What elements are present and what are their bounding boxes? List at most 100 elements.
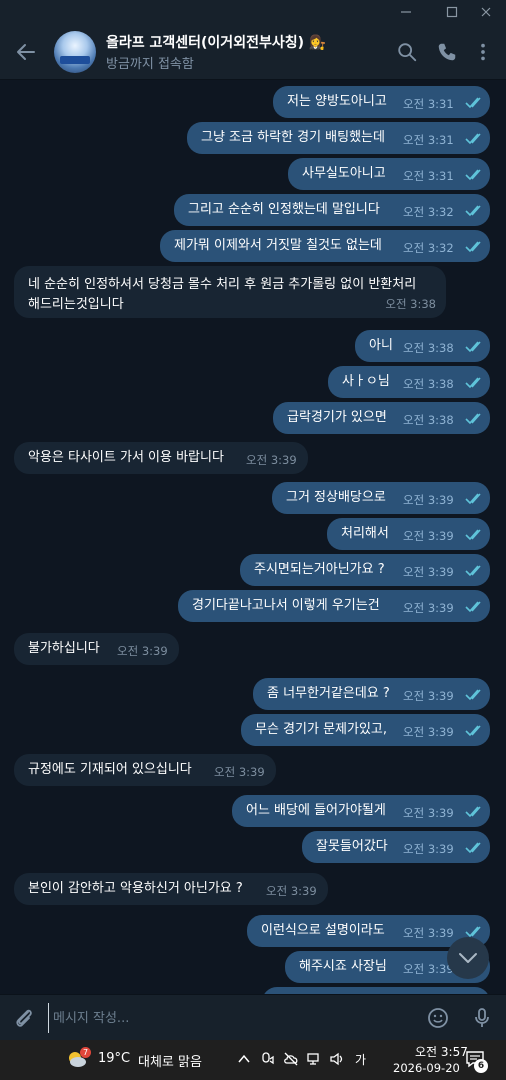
message-text: 그거 정상배당으로 [286, 490, 386, 505]
message-time: 오전 3:39 [403, 689, 454, 703]
read-ticks-icon [465, 689, 481, 701]
search-icon[interactable] [396, 41, 418, 63]
message-text: 어느 배당에 들어가야될게 [246, 803, 386, 818]
read-ticks-icon [465, 926, 481, 938]
minimize-icon[interactable] [386, 0, 426, 24]
chat-header: 올라프 고객센터(이거외전부사칭) 👩‍⚖️ 방금까지 접속함 [0, 24, 506, 80]
message-bubble[interactable]: 그거 정상배당으로 오전 3:39 [272, 482, 490, 514]
message-time: 오전 3:39 [246, 453, 297, 467]
read-ticks-icon [465, 565, 481, 577]
message-time: 오전 3:39 [403, 725, 454, 739]
message-bubble[interactable]: 처리해서 오전 3:39 [327, 518, 490, 550]
read-ticks-icon [465, 241, 481, 253]
taskbar: 7 19°C 대체로 맑음 가 오전 3:57 2026-09-20 6 [0, 1040, 506, 1080]
message-text: 본인이 감안하고 악용하신거 아닌가요 ? [28, 881, 243, 896]
message-time: 오전 3:32 [403, 241, 454, 255]
read-ticks-icon [465, 806, 481, 818]
message-time: 오전 3:38 [385, 297, 436, 311]
network-icon[interactable] [306, 1051, 322, 1067]
message-bubble[interactable]: 네 순순히 인정하셔서 당청금 몰수 처리 후 원금 추가롤링 없이 반환처리 … [14, 266, 446, 318]
cloud-offline-icon[interactable] [283, 1051, 299, 1067]
ime-indicator[interactable]: 가 [355, 1051, 366, 1068]
read-ticks-icon [465, 133, 481, 145]
window-titlebar [0, 0, 506, 24]
message-time: 오전 3:39 [403, 842, 454, 856]
read-ticks-icon [465, 725, 481, 737]
message-text: 무슨 경기가 문제가있고, [255, 722, 387, 737]
chevron-down-icon [459, 953, 477, 963]
weather-description[interactable]: 대체로 맑음 [138, 1051, 202, 1070]
message-text: 좀 너무한거같은데요 ? [267, 686, 390, 701]
message-bubble[interactable]: 어느 배당에 들어가야될게 오전 3:39 [232, 795, 490, 827]
message-time: 오전 3:39 [403, 806, 454, 820]
chat-title-text: 올라프 고객센터(이거외전부사칭) [106, 35, 304, 51]
message-time: 오전 3:39 [403, 529, 454, 543]
message-bubble[interactable]: 저는 양방도아니고 오전 3:31 [273, 86, 490, 118]
message-time: 오전 3:38 [403, 413, 454, 427]
message-bubble[interactable]: 그냥 조금 하락한 경기 배팅했는데 오전 3:31 [187, 122, 490, 154]
message-bubble[interactable]: 급락경기가 있으면 오전 3:38 [273, 402, 490, 434]
phone-icon[interactable] [436, 41, 458, 63]
notification-badge: 6 [474, 1059, 488, 1073]
message-time: 오전 3:38 [403, 341, 454, 355]
close-icon[interactable] [466, 0, 506, 24]
message-text: 해주시죠 사장님 [299, 959, 387, 974]
chevron-up-icon[interactable] [236, 1051, 252, 1067]
message-text: 처리해서 [341, 526, 389, 541]
microphone-icon[interactable] [470, 1006, 494, 1030]
message-bubble[interactable]: 잘못들어갔다 오전 3:39 [302, 831, 490, 863]
message-time: 오전 3:32 [403, 205, 454, 219]
message-list[interactable]: 저는 양방도아니고 오전 3:31 그냥 조금 하락한 경기 배팅했는데 오전 … [0, 81, 506, 994]
message-text: 그리고 순순히 인정했는데 말입니다 [188, 202, 380, 217]
message-text: 이런식으로 설명이라도 [261, 923, 385, 938]
message-time: 오전 3:39 [403, 565, 454, 579]
message-time: 오전 3:38 [403, 377, 454, 391]
message-time: 오전 3:31 [403, 133, 454, 147]
message-text: 네 순순히 인정하셔서 당청금 몰수 처리 후 원금 추가롤링 없이 반환처리 [28, 277, 417, 292]
scroll-down-button[interactable] [447, 937, 489, 979]
temperature[interactable]: 19°C [98, 1051, 130, 1066]
message-bubble[interactable]: 불가하십니다 오전 3:39 [14, 633, 179, 665]
meet-now-icon[interactable] [260, 1051, 276, 1067]
message-bubble[interactable]: 그리고 순순히 인정했는데 말입니다 오전 3:32 [174, 194, 490, 226]
message-text: 그냥 조금 하락한 경기 배팅했는데 [201, 130, 385, 145]
message-bubble-partial[interactable] [262, 987, 490, 994]
more-vertical-icon[interactable] [472, 41, 494, 63]
message-text: 불가하십니다 [28, 641, 100, 656]
message-time: 오전 3:39 [403, 926, 454, 940]
message-text: 잘못들어갔다 [316, 839, 388, 854]
message-input[interactable] [48, 1003, 408, 1033]
weather-badge: 7 [80, 1047, 91, 1058]
message-bubble[interactable]: 좀 너무한거같은데요 ? 오전 3:39 [253, 678, 490, 710]
message-text: 주시면되는거아닌가요 ? [254, 562, 385, 577]
message-time: 오전 3:39 [403, 493, 454, 507]
message-text: 아니 [369, 338, 393, 353]
volume-icon[interactable] [329, 1051, 345, 1067]
read-ticks-icon [465, 413, 481, 425]
message-bubble[interactable]: 사ㅏㅇ님 오전 3:38 [328, 366, 490, 398]
read-ticks-icon [465, 493, 481, 505]
message-bubble[interactable]: 제가뭐 이제와서 거짓말 칠것도 없는데 오전 3:32 [160, 230, 490, 262]
read-ticks-icon [465, 341, 481, 353]
message-bubble[interactable]: 본인이 감안하고 악용하신거 아닌가요 ? 오전 3:39 [14, 873, 328, 905]
message-text: 저는 양방도아니고 [287, 94, 387, 109]
avatar[interactable] [54, 31, 96, 73]
clock-date[interactable]: 2026-09-20 [393, 1061, 460, 1075]
message-bubble[interactable]: 무슨 경기가 문제가있고, 오전 3:39 [241, 714, 490, 746]
message-bubble[interactable]: 악용은 타사이트 가서 이용 바랍니다 오전 3:39 [14, 442, 308, 474]
message-bubble[interactable]: 경기다끝나고나서 이렇게 우기는건 오전 3:39 [178, 590, 490, 622]
message-composer [0, 994, 506, 1040]
paperclip-icon[interactable] [12, 1006, 36, 1030]
message-bubble[interactable]: 아니 오전 3:38 [355, 330, 490, 362]
avatar-banner [60, 56, 90, 64]
message-text: 사무실도아니고 [302, 166, 386, 181]
message-bubble[interactable]: 규정에도 기재되어 있으십니다 오전 3:39 [14, 754, 276, 786]
message-bubble[interactable]: 사무실도아니고 오전 3:31 [288, 158, 490, 190]
clock-time[interactable]: 오전 3:57 [415, 1043, 468, 1060]
message-text: 사ㅏㅇ님 [342, 374, 390, 389]
message-text: 악용은 타사이트 가서 이용 바랍니다 [28, 450, 224, 465]
back-arrow-icon[interactable] [14, 40, 38, 64]
emoji-icon[interactable] [426, 1006, 450, 1030]
message-bubble[interactable]: 주시면되는거아닌가요 ? 오전 3:39 [240, 554, 490, 586]
message-text: 제가뭐 이제와서 거짓말 칠것도 없는데 [174, 238, 382, 253]
